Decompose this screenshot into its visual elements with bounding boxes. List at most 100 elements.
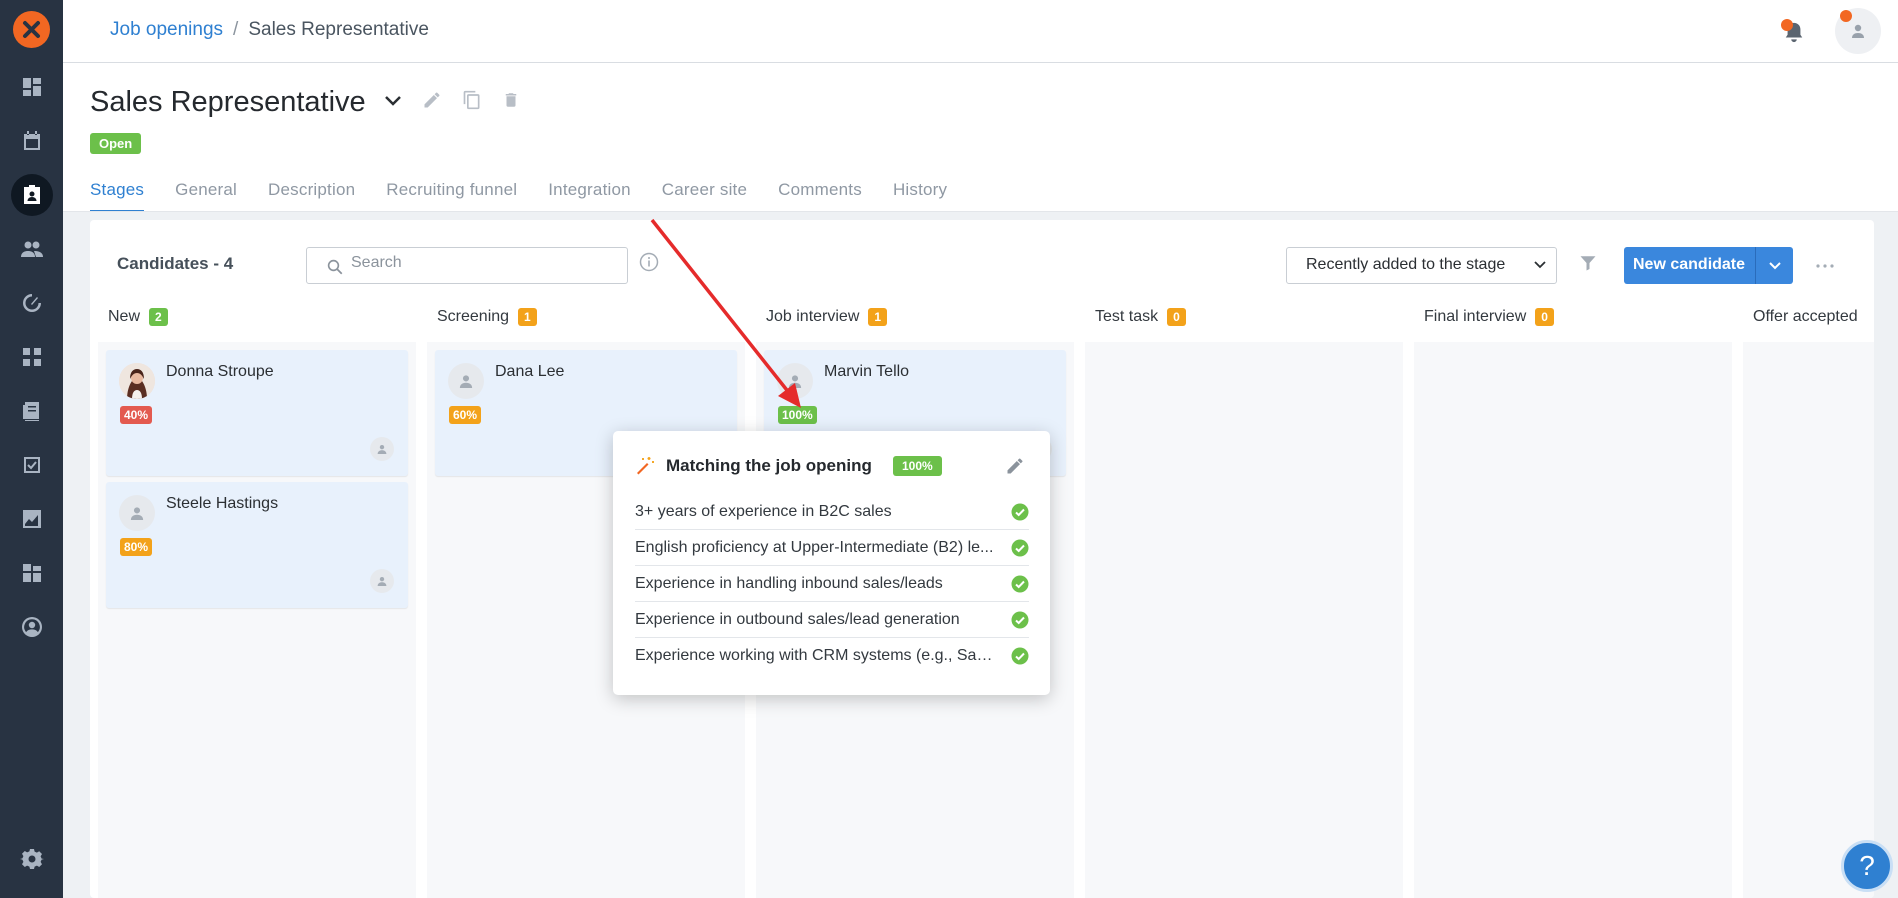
stage-title: Offer accepted: [1753, 308, 1858, 325]
status-badge: Open: [90, 133, 142, 154]
match-score-badge[interactable]: 80%: [120, 538, 153, 556]
criteria-item: Experience working with CRM systems (e.g…: [635, 638, 1029, 674]
sidebar-item-library[interactable]: [11, 390, 53, 432]
sidebar-item-workflow[interactable]: [11, 336, 53, 378]
tab-stages[interactable]: Stages: [90, 180, 145, 212]
info-icon[interactable]: [639, 252, 659, 272]
sidebar-item-profile[interactable]: [11, 606, 53, 648]
candidate-card[interactable]: Steele Hastings 80%: [106, 482, 408, 608]
match-score-badge[interactable]: 60%: [449, 406, 482, 424]
integrations-icon: [23, 564, 41, 582]
stage-count-badge: 1: [868, 308, 888, 326]
tab-description[interactable]: Description: [268, 180, 355, 212]
user-status-dot: [1840, 10, 1852, 22]
tab-history[interactable]: History: [893, 180, 947, 212]
check-circle-icon: [1011, 503, 1029, 520]
tab-career-site[interactable]: Career site: [662, 180, 747, 212]
criteria-item: Experience in outbound sales/lead genera…: [635, 602, 1029, 638]
duplicate-button[interactable]: [462, 89, 482, 116]
avatar: [448, 363, 484, 399]
candidate-name: Donna Stroupe: [166, 363, 274, 380]
notification-dot: [1781, 19, 1793, 31]
sidebar-item-calendar[interactable]: [11, 120, 53, 162]
edit-button[interactable]: [422, 90, 442, 115]
library-icon: [23, 402, 39, 421]
filter-icon[interactable]: [1579, 254, 1597, 272]
criteria-text: Experience in outbound sales/lead genera…: [635, 610, 960, 628]
match-score-badge[interactable]: 100%: [778, 406, 817, 424]
avatar: [119, 363, 155, 399]
check-circle-icon: [1011, 539, 1029, 556]
stage-count-badge: 0: [1167, 308, 1186, 326]
pencil-icon[interactable]: [1005, 456, 1025, 476]
match-score-badge[interactable]: 40%: [120, 406, 153, 424]
copy-icon: [463, 90, 480, 110]
user-icon: [1852, 24, 1864, 38]
title-dropdown-button[interactable]: [384, 94, 402, 112]
help-button[interactable]: ?: [1841, 840, 1893, 892]
job-openings-icon: [24, 185, 40, 204]
stage-body: [1085, 342, 1403, 898]
new-candidate-dropdown-button[interactable]: [1755, 247, 1793, 284]
user-avatar[interactable]: [1835, 8, 1881, 54]
candidate-name: Marvin Tello: [824, 363, 910, 380]
sort-select[interactable]: Recently added to the stage: [1286, 247, 1557, 284]
tab-bar: Stages General Description Recruiting fu…: [90, 180, 947, 212]
sidebar-item-candidates[interactable]: [11, 228, 53, 270]
user-icon: [788, 375, 802, 388]
stage-title: Final interview: [1424, 308, 1527, 325]
sidebar-item-settings[interactable]: [11, 838, 53, 880]
sidebar-item-job-openings[interactable]: [11, 174, 53, 216]
candidates-count: Candidates - 4: [117, 254, 234, 273]
tab-comments[interactable]: Comments: [778, 180, 862, 212]
sidebar-item-tasks[interactable]: [11, 444, 53, 486]
criteria-text: 3+ years of experience in B2C sales: [635, 502, 892, 520]
check-circle-icon: [1011, 647, 1029, 665]
stage-title: Test task: [1095, 308, 1159, 325]
more-icon[interactable]: [1816, 264, 1834, 268]
gauge-icon: [23, 294, 41, 312]
search-input[interactable]: [351, 254, 611, 272]
page-header: Sales Representative: [90, 86, 520, 119]
search-icon: [327, 259, 343, 275]
criteria-item: 3+ years of experience in B2C sales: [635, 494, 1029, 530]
chevron-down-icon: [384, 95, 401, 106]
assignee-avatar[interactable]: [370, 569, 394, 593]
sidebar-item-performance[interactable]: [11, 282, 53, 324]
breadcrumb-job-openings-link[interactable]: Job openings: [110, 19, 223, 40]
sidebar-item-integrations[interactable]: [11, 552, 53, 594]
tab-recruiting-funnel[interactable]: Recruiting funnel: [386, 180, 517, 212]
tab-integration[interactable]: Integration: [548, 180, 631, 212]
stage-column-offer-accepted: Offer accepted: [1743, 300, 1874, 898]
assignee-avatar[interactable]: [370, 437, 394, 461]
new-candidate-button[interactable]: New candidate: [1624, 247, 1755, 284]
avatar: [777, 363, 813, 399]
candidate-card[interactable]: Donna Stroupe 40%: [106, 350, 408, 476]
criteria-item: English proficiency at Upper-Intermediat…: [635, 530, 1029, 566]
sidebar-item-dashboard[interactable]: [11, 66, 53, 108]
pencil-icon: [424, 92, 440, 108]
notifications-button[interactable]: [1779, 17, 1807, 45]
user-icon: [377, 576, 387, 586]
stage-count-badge: 2: [149, 308, 168, 326]
workflow-icon: [23, 348, 41, 366]
app-logo[interactable]: [13, 11, 50, 48]
checklist-icon: [24, 457, 40, 473]
user-icon: [377, 444, 387, 454]
breadcrumb-current: Sales Representative: [248, 19, 429, 40]
sidebar-item-reports[interactable]: [11, 498, 53, 540]
sort-select-value: Recently added to the stage: [1306, 256, 1506, 273]
gear-icon: [20, 849, 44, 869]
breadcrumb: Job openings / Sales Representative: [110, 19, 429, 41]
calendar-icon: [24, 131, 40, 150]
search-field[interactable]: [306, 247, 628, 284]
delete-button[interactable]: [502, 90, 520, 115]
trash-icon: [505, 93, 516, 107]
check-circle-icon: [1011, 611, 1029, 628]
user-icon: [130, 507, 144, 520]
chevron-down-icon: [1768, 261, 1781, 269]
tab-general[interactable]: General: [175, 180, 237, 212]
stage-column-new: New 2 Donna Stroupe 40% Steele Hastings 8…: [98, 300, 416, 898]
sidebar: [0, 0, 63, 898]
criteria-text: English proficiency at Upper-Intermediat…: [635, 538, 994, 556]
